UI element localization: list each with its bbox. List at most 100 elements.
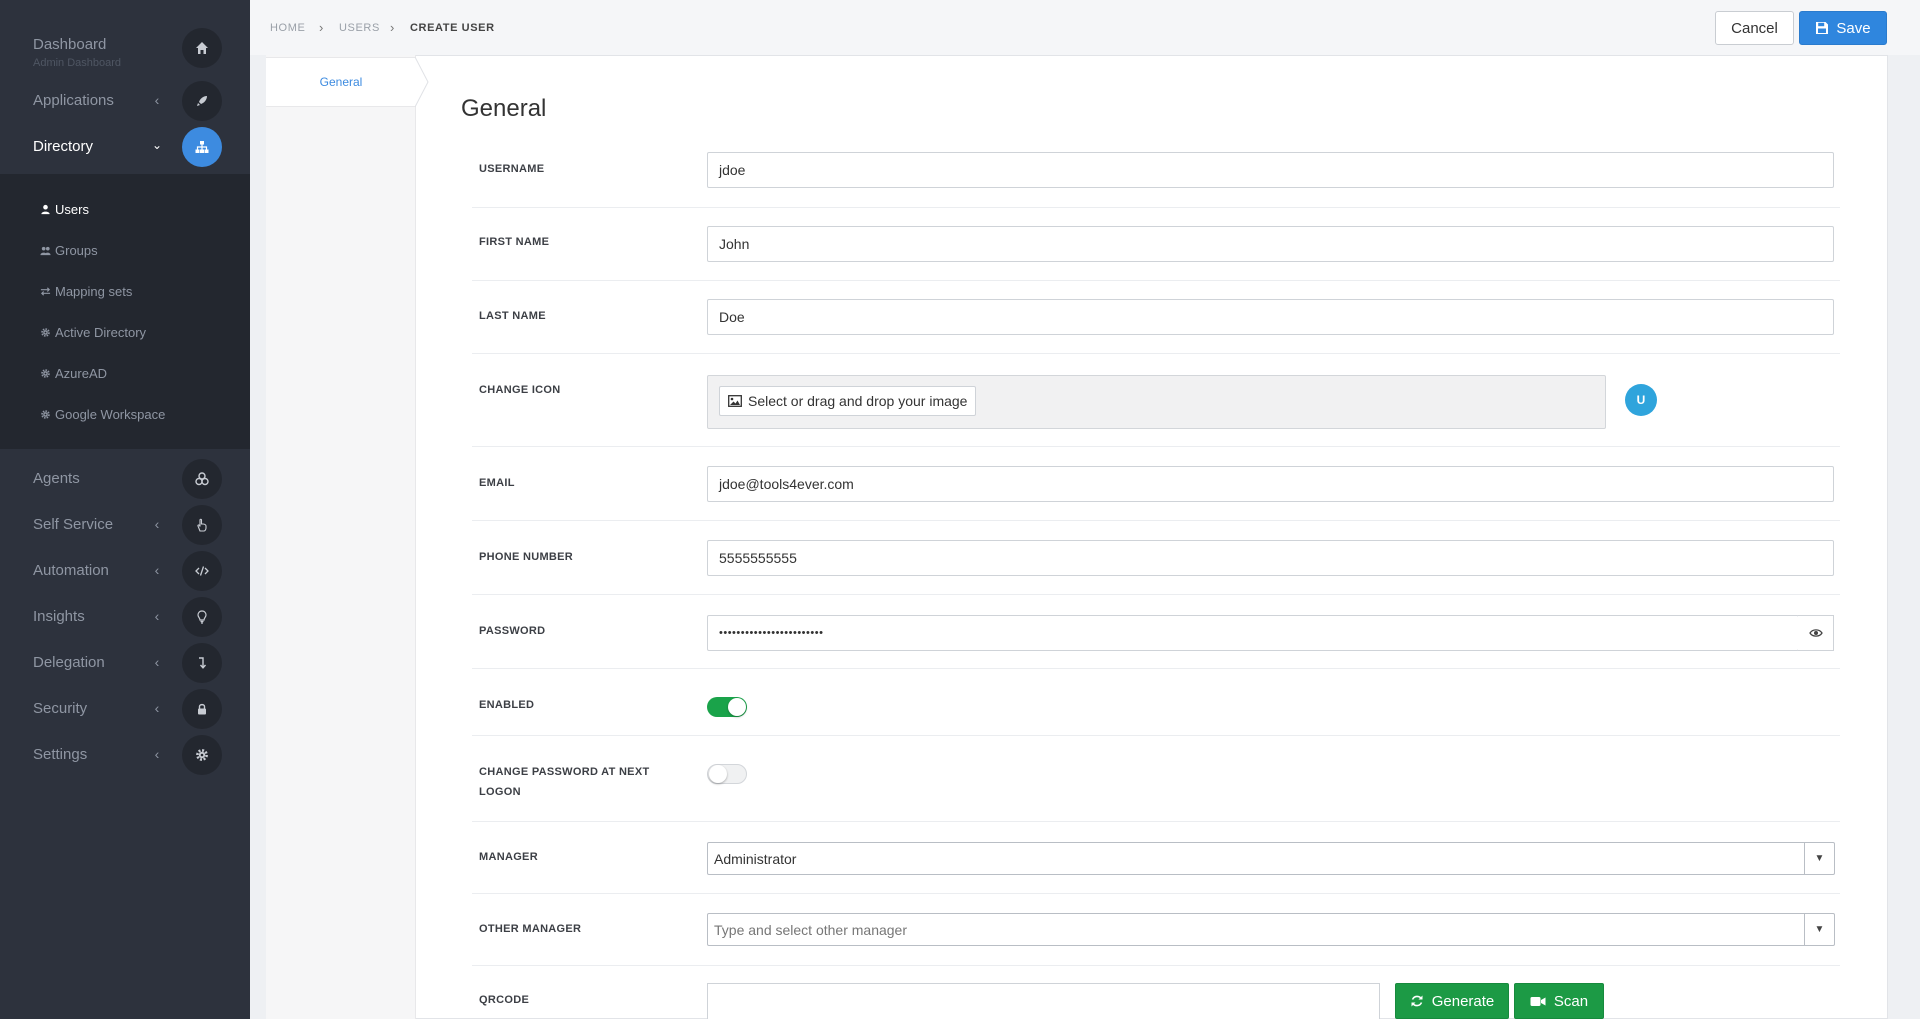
submenu-item-label: Active Directory: [55, 325, 147, 340]
home-icon: [182, 28, 222, 68]
scan-label: Scan: [1553, 992, 1589, 1010]
chevron-left-icon: ‹: [154, 700, 160, 716]
enabled-toggle[interactable]: [707, 697, 747, 717]
change-icon-label: CHANGE ICON: [479, 384, 561, 396]
submenu-item-azuread[interactable]: AzureAD: [40, 366, 107, 381]
sidebar: Dashboard Admin Dashboard Applications ‹…: [0, 0, 250, 1019]
floppy-icon: [1816, 22, 1829, 34]
eye-icon: [1808, 629, 1823, 637]
submenu-item-active-directory[interactable]: Active Directory: [40, 325, 146, 340]
breadcrumb-home[interactable]: HOME: [270, 22, 305, 34]
manager-label: MANAGER: [479, 851, 538, 863]
toggle-knob: [728, 698, 746, 716]
sidebar-item-automation[interactable]: Automation ‹: [0, 548, 250, 594]
sidebar-item-label: Delegation: [33, 654, 105, 671]
password-field[interactable]: ••••••••••••••••••••••••: [707, 615, 1799, 651]
other-manager-placeholder: Type and select other manager: [714, 922, 908, 938]
sidebar-item-label: Security: [33, 700, 88, 717]
users-icon: [40, 246, 51, 256]
form-row: [472, 736, 1840, 822]
refresh-icon: [1411, 995, 1423, 1007]
enabled-label: ENABLED: [479, 699, 535, 711]
show-password-button[interactable]: [1798, 615, 1834, 651]
top-bar: [250, 0, 1920, 55]
sidebar-item-label: Settings: [33, 746, 88, 763]
chevron-left-icon: ‹: [154, 516, 160, 532]
level-down-icon: [182, 643, 222, 683]
select-image-label: Select or drag and drop your image: [748, 393, 968, 409]
cog-icon: [41, 410, 50, 419]
lightbulb-icon: [182, 597, 222, 637]
toggle-knob: [709, 765, 727, 783]
password-label: PASSWORD: [479, 625, 546, 637]
image-dropzone[interactable]: Select or drag and drop your image: [707, 375, 1606, 429]
cog-icon: [41, 369, 50, 378]
caret-down-icon[interactable]: ▼: [1804, 914, 1834, 945]
submenu-item-mapping-sets[interactable]: Mapping sets: [40, 284, 132, 299]
first-name-input[interactable]: John: [707, 226, 1834, 262]
sidebar-item-applications[interactable]: Applications ‹: [0, 78, 250, 124]
username-input[interactable]: jdoe: [707, 152, 1834, 188]
chevron-right-icon: ›: [390, 20, 395, 35]
sidebar-item-insights[interactable]: Insights ‹: [0, 594, 250, 640]
change-password-toggle[interactable]: [707, 764, 747, 784]
phone-field[interactable]: 5555555555: [707, 540, 1834, 576]
cubes-icon: [182, 459, 222, 499]
cog-icon: [41, 328, 50, 337]
sidebar-item-dashboard[interactable]: Dashboard Admin Dashboard: [0, 25, 250, 71]
directory-submenu: Users Groups Mapping sets Active Directo…: [0, 174, 250, 449]
sidebar-item-settings[interactable]: Settings ‹: [0, 732, 250, 778]
save-button-label: Save: [1836, 19, 1871, 37]
email-label: EMAIL: [479, 477, 515, 489]
last-name-label: LAST NAME: [479, 310, 546, 322]
manager-select-value: Administrator: [714, 851, 797, 867]
section-title: General: [461, 95, 547, 122]
sidebar-item-label: Dashboard: [33, 36, 107, 53]
cancel-button[interactable]: Cancel: [1715, 11, 1794, 45]
submenu-item-users[interactable]: Users: [40, 202, 89, 217]
scan-button[interactable]: Scan: [1514, 983, 1604, 1019]
sidebar-item-label: Automation: [33, 562, 109, 579]
generate-label: Generate: [1431, 992, 1495, 1010]
change-password-label-line1: CHANGE PASSWORD AT NEXT: [479, 766, 650, 778]
other-manager-select[interactable]: Type and select other manager ▼: [707, 913, 1835, 946]
phone-label: PHONE NUMBER: [479, 551, 574, 563]
hand-pointer-icon: [182, 505, 222, 545]
submenu-item-groups[interactable]: Groups: [40, 243, 98, 258]
user-icon: [41, 204, 50, 215]
exchange-icon: [40, 287, 51, 296]
select-image-button[interactable]: Select or drag and drop your image: [719, 386, 977, 416]
first-name-label: FIRST NAME: [479, 236, 550, 248]
submenu-item-label: AzureAD: [55, 366, 108, 381]
lock-icon: [182, 689, 222, 729]
breadcrumb-users[interactable]: USERS: [339, 22, 380, 34]
change-password-label: CHANGE PASSWORD AT NEXT LOGON: [479, 762, 649, 802]
generate-button[interactable]: Generate: [1395, 983, 1509, 1019]
sidebar-item-label: Directory: [33, 138, 94, 155]
email-field[interactable]: jdoe@tools4ever.com: [707, 466, 1834, 502]
image-icon: [728, 395, 742, 407]
caret-down-icon[interactable]: ▼: [1804, 843, 1834, 874]
sidebar-item-security[interactable]: Security ‹: [0, 686, 250, 732]
chevron-left-icon: ‹: [154, 92, 160, 108]
sidebar-item-delegation[interactable]: Delegation ‹: [0, 640, 250, 686]
breadcrumb-create-user: CREATE USER: [410, 22, 495, 34]
sidebar-item-self-service[interactable]: Self Service ‹: [0, 502, 250, 548]
sidebar-item-label: Agents: [33, 470, 80, 487]
avatar: U: [1625, 384, 1657, 416]
tab-general[interactable]: General: [266, 57, 416, 107]
code-icon: [182, 551, 222, 591]
last-name-input[interactable]: Doe: [707, 299, 1834, 335]
tab-active-arrow: [415, 57, 429, 107]
save-button[interactable]: Save: [1799, 11, 1887, 45]
submenu-item-google-workspace[interactable]: Google Workspace: [40, 407, 165, 422]
qrcode-input[interactable]: [707, 983, 1380, 1019]
sidebar-item-directory[interactable]: Directory ⌄: [0, 124, 250, 170]
sidebar-item-agents[interactable]: Agents: [0, 456, 250, 502]
chevron-left-icon: ‹: [154, 608, 160, 624]
sidebar-item-sublabel: Admin Dashboard: [33, 57, 122, 69]
chevron-right-icon: ›: [319, 20, 324, 35]
qrcode-label: QRCODE: [479, 994, 530, 1006]
other-manager-label: OTHER MANAGER: [479, 923, 582, 935]
manager-select[interactable]: Administrator ▼: [707, 842, 1835, 875]
